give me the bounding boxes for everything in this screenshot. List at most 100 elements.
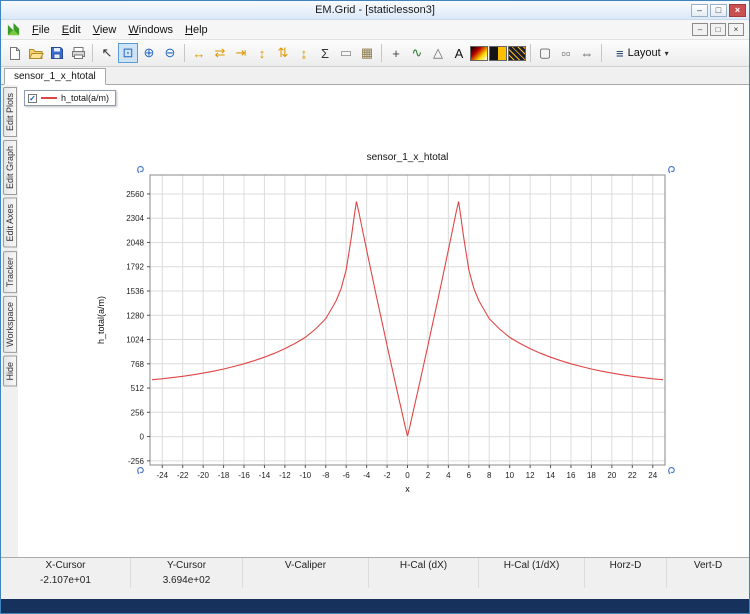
- legend-label: h_total(a/m): [61, 93, 110, 103]
- svg-text:18: 18: [587, 471, 596, 480]
- status-value-h-cal-dx: [369, 573, 479, 588]
- svg-text:0: 0: [405, 471, 410, 480]
- status-value-y-cursor: 3.694e+02: [131, 573, 243, 588]
- svg-text:h_total(a/m): h_total(a/m): [96, 296, 106, 344]
- svg-text:-18: -18: [218, 471, 230, 480]
- status-value-h-cal-1-dx: [479, 573, 585, 588]
- width-toggle-icon[interactable]: ⇔: [577, 43, 597, 63]
- mdi-close-button[interactable]: ×: [728, 23, 744, 36]
- toolbar-separator: [92, 44, 93, 62]
- toolbar-separator: [530, 44, 531, 62]
- add-marker-tool-icon[interactable]: +: [386, 43, 406, 63]
- toolbar: ↖ ⊡ ⊕ ⊖ ↔ ⇄ ⇥ ↕ ⇅ ↨ Σ ▭ ▦ + ∿ △ A ▢ ▫▫ ⇔ ≡ Layout ▾: [1, 40, 749, 67]
- svg-text:1536: 1536: [126, 287, 144, 296]
- tracker-tool-icon[interactable]: ∿: [407, 43, 427, 63]
- svg-text:-14: -14: [259, 471, 271, 480]
- chevron-down-icon: ▾: [664, 48, 669, 58]
- svg-text:1792: 1792: [126, 263, 144, 272]
- svg-text:24: 24: [648, 471, 657, 480]
- expand-x-tool-icon[interactable]: ↔: [189, 43, 209, 63]
- svg-text:768: 768: [131, 360, 145, 369]
- svg-text:12: 12: [526, 471, 535, 480]
- new-file-icon[interactable]: [5, 43, 25, 63]
- grid-tool-icon[interactable]: ▦: [357, 43, 377, 63]
- side-tab-strip: Edit Plots Edit Graph Edit Axes Tracker Work…: [1, 85, 18, 557]
- svg-text:-4: -4: [363, 471, 371, 480]
- save-file-icon[interactable]: [47, 43, 67, 63]
- svg-text:22: 22: [628, 471, 637, 480]
- menu-edit[interactable]: Edit: [56, 22, 87, 38]
- svg-text:2304: 2304: [126, 214, 144, 223]
- svg-text:16: 16: [567, 471, 576, 480]
- intensity-tool-icon[interactable]: [489, 45, 507, 61]
- zoom-region-tool-icon[interactable]: ⊡: [118, 43, 138, 63]
- svg-text:256: 256: [131, 408, 145, 417]
- pointer-tool-icon[interactable]: ↖: [97, 43, 117, 63]
- window-controls: – □ ×: [691, 3, 749, 17]
- svg-text:8: 8: [487, 471, 492, 480]
- contour-tool-icon[interactable]: [508, 45, 526, 61]
- h-caliper-toggle-icon[interactable]: ▢: [535, 43, 555, 63]
- fit-y-tool-icon[interactable]: ↨: [294, 43, 314, 63]
- side-tab-workspace[interactable]: Workspace: [2, 295, 17, 353]
- layout-button[interactable]: ≡ Layout ▾: [609, 44, 676, 63]
- status-value-x-cursor: -2.107e+01: [1, 573, 131, 588]
- zoom-out-tool-icon[interactable]: ⊖: [160, 43, 180, 63]
- chart-area: ✓ h_total(a/m) -24 -22 -20 -18 -16 -14 -12 -10-…: [18, 85, 749, 557]
- tab-sensor-1-x-htotal[interactable]: sensor_1_x_htotal: [4, 68, 106, 85]
- compress-x-tool-icon[interactable]: ⇄: [210, 43, 230, 63]
- maximize-button[interactable]: □: [710, 3, 727, 17]
- status-bar-headers: X-Cursor Y-Cursor V-Caliper H-Cal (dX) H-Cal…: [1, 557, 749, 573]
- mdi-restore-button[interactable]: □: [710, 23, 726, 36]
- status-value-vert-d: [667, 573, 749, 588]
- zoom-in-tool-icon[interactable]: ⊕: [139, 43, 159, 63]
- menu-windows[interactable]: Windows: [122, 22, 179, 38]
- document-tab-bar: sensor_1_x_htotal: [1, 67, 749, 85]
- side-tab-edit-plots[interactable]: Edit Plots: [2, 87, 17, 138]
- legend-line-sample-icon: [41, 97, 57, 99]
- side-tab-tracker[interactable]: Tracker: [2, 250, 17, 293]
- minimize-button[interactable]: –: [691, 3, 708, 17]
- fit-x-tool-icon[interactable]: ⇥: [231, 43, 251, 63]
- open-file-icon[interactable]: [26, 43, 46, 63]
- svg-text:512: 512: [131, 384, 145, 393]
- close-button[interactable]: ×: [729, 3, 746, 17]
- svg-text:-16: -16: [238, 471, 250, 480]
- autoscale-tool-icon[interactable]: Σ: [315, 43, 335, 63]
- caliper-tool-icon[interactable]: ▭: [336, 43, 356, 63]
- status-bar-filler: [1, 588, 749, 599]
- chart-canvas[interactable]: -24 -22 -20 -18 -16 -14 -12 -10 -8 -6 -4 -2 0 2 4 6 8 10 1…: [80, 140, 688, 502]
- status-header-vert-d: Vert-D: [693, 560, 723, 571]
- side-tab-edit-axes[interactable]: Edit Axes: [2, 198, 17, 248]
- app-window: EM.Grid - [staticlesson3] – □ × File Edit…: [0, 0, 750, 614]
- slope-tool-icon[interactable]: △: [428, 43, 448, 63]
- menu-help[interactable]: Help: [179, 22, 214, 38]
- status-header-h-cal-dx: H-Cal (dX): [369, 558, 479, 573]
- svg-text:-256: -256: [128, 457, 145, 466]
- v-caliper-toggle-icon[interactable]: ▫▫: [556, 43, 576, 63]
- menu-view[interactable]: View: [87, 22, 123, 38]
- svg-text:-6: -6: [343, 471, 351, 480]
- menu-bar: File Edit View Windows Help – □ ×: [1, 20, 749, 40]
- toolbar-separator: [381, 44, 382, 62]
- svg-text:2560: 2560: [126, 190, 144, 199]
- legend-checkbox[interactable]: ✓: [28, 93, 37, 103]
- add-text-tool-icon[interactable]: A: [449, 43, 469, 63]
- compress-y-tool-icon[interactable]: ⇅: [273, 43, 293, 63]
- svg-text:6: 6: [467, 471, 472, 480]
- status-value-v-caliper: [243, 573, 369, 588]
- legend: ✓ h_total(a/m): [24, 90, 117, 106]
- expand-y-tool-icon[interactable]: ↕: [252, 43, 272, 63]
- svg-text:-8: -8: [322, 471, 330, 480]
- mdi-minimize-button[interactable]: –: [692, 23, 708, 36]
- side-tab-edit-graph[interactable]: Edit Graph: [2, 140, 17, 196]
- status-header-h-cal-1-dx: H-Cal (1/dX): [479, 558, 585, 573]
- colormap-tool-icon[interactable]: [470, 45, 488, 61]
- svg-text:-12: -12: [279, 471, 291, 480]
- menu-file[interactable]: File: [26, 22, 56, 38]
- status-value-horz-d: [585, 573, 667, 588]
- side-tab-hide[interactable]: Hide: [2, 355, 17, 387]
- svg-text:0: 0: [140, 433, 145, 442]
- taskbar-strip: [1, 599, 749, 613]
- print-icon[interactable]: [68, 43, 88, 63]
